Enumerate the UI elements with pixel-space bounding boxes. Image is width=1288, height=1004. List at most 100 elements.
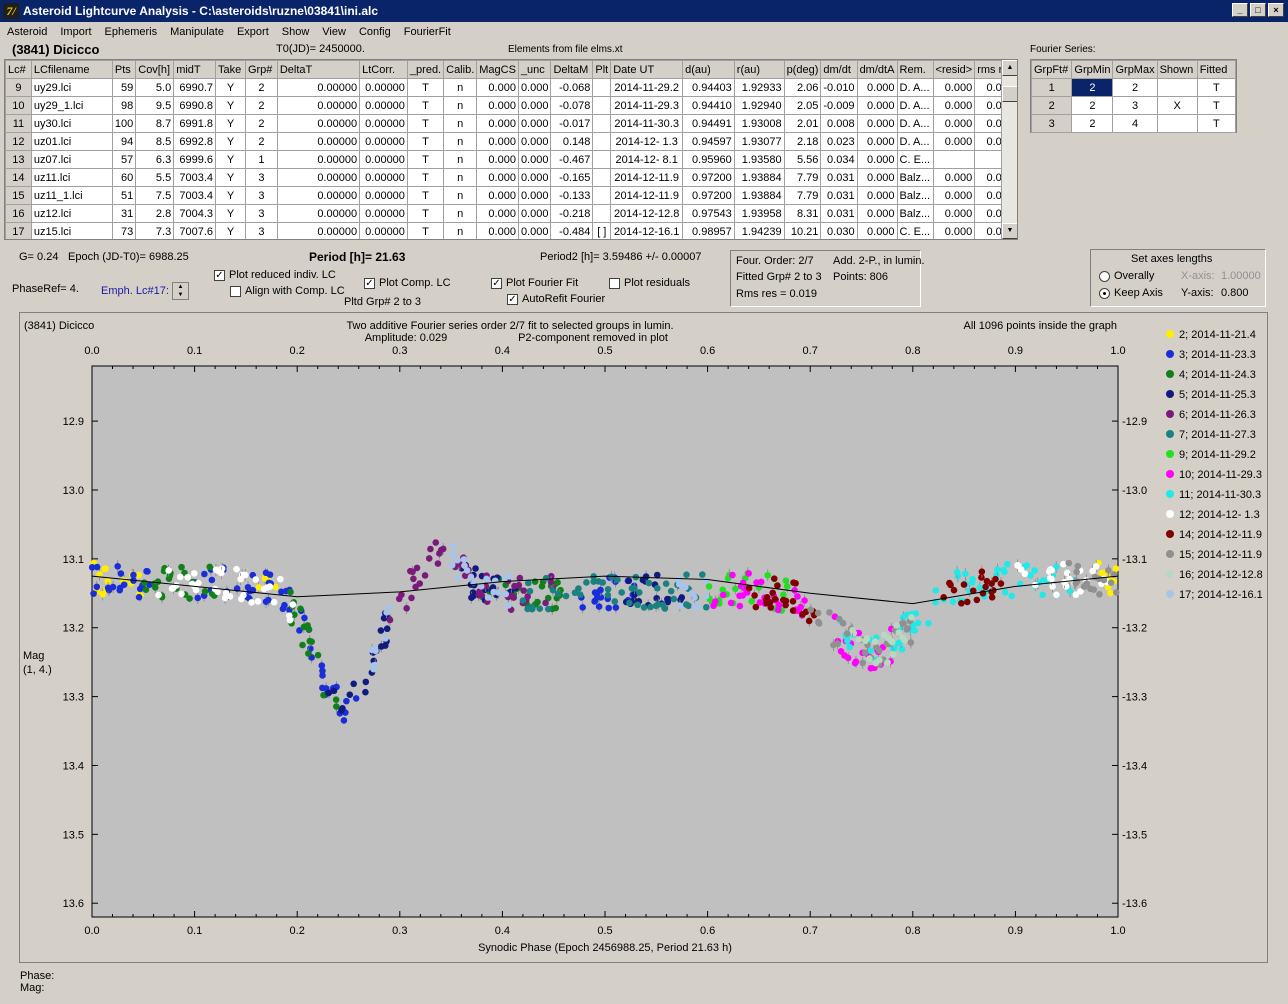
column-header[interactable]: r(au) bbox=[733, 60, 785, 79]
overally-radio[interactable]: Overally bbox=[1099, 270, 1154, 282]
table-cell[interactable]: 6990.7 bbox=[173, 78, 217, 97]
table-cell[interactable]: 8.7 bbox=[135, 114, 175, 133]
table-cell[interactable]: 2014-12-11.9 bbox=[610, 186, 684, 205]
xaxis-value[interactable]: 1.00000 bbox=[1221, 270, 1261, 282]
column-header[interactable]: Calib. bbox=[443, 60, 478, 79]
table-cell[interactable]: 0.00000 bbox=[276, 78, 361, 97]
table-cell[interactable]: 0.000 bbox=[517, 78, 552, 97]
fourier-cell[interactable] bbox=[1156, 114, 1198, 133]
row-header[interactable]: 12 bbox=[5, 132, 32, 151]
table-cell[interactable]: T bbox=[406, 78, 445, 97]
table-cell[interactable]: 0.000 bbox=[856, 168, 898, 187]
table-cell[interactable]: Y bbox=[215, 96, 246, 115]
table-cell[interactable]: 2 bbox=[244, 132, 278, 151]
table-cell[interactable]: 0.030 bbox=[820, 222, 858, 239]
fourier-cell[interactable]: 2 bbox=[1071, 96, 1114, 115]
plot-residuals-checkbox[interactable]: Plot residuals bbox=[609, 277, 690, 289]
table-cell[interactable]: n bbox=[443, 132, 478, 151]
table-cell[interactable]: uz07.lci bbox=[30, 150, 113, 169]
table-cell[interactable]: 0.000 bbox=[856, 204, 898, 223]
table-cell[interactable]: 1.92933 bbox=[733, 78, 785, 97]
table-cell[interactable]: 7.79 bbox=[783, 168, 822, 187]
table-cell[interactable]: 0.031 bbox=[820, 204, 858, 223]
table-cell[interactable]: 60 bbox=[111, 168, 137, 187]
row-header[interactable]: 13 bbox=[5, 150, 32, 169]
menu-asteroid[interactable]: Asteroid bbox=[0, 26, 53, 38]
align-comp-checkbox[interactable]: Align with Comp. LC bbox=[230, 285, 345, 297]
table-cell[interactable]: 0.00000 bbox=[276, 114, 361, 133]
table-cell[interactable] bbox=[592, 204, 612, 223]
scroll-thumb[interactable] bbox=[1002, 86, 1017, 102]
keep-axis-radio[interactable]: Keep Axis bbox=[1099, 287, 1163, 299]
table-cell[interactable]: 1.93077 bbox=[733, 132, 785, 151]
menu-export[interactable]: Export bbox=[230, 26, 275, 38]
table-cell[interactable]: 0.000 bbox=[476, 132, 519, 151]
table-cell[interactable]: n bbox=[443, 168, 478, 187]
table-cell[interactable]: 0.000 bbox=[856, 132, 898, 151]
table-cell[interactable]: -0.484 bbox=[550, 222, 594, 239]
fourier-row-header[interactable]: 3 bbox=[1030, 114, 1073, 133]
table-cell[interactable]: 2014-12-11.9 bbox=[610, 168, 684, 187]
autorefit-checkbox[interactable]: ✓ AutoRefit Fourier bbox=[507, 293, 605, 305]
table-cell[interactable]: 0.000 bbox=[476, 150, 519, 169]
row-header[interactable]: 17 bbox=[5, 222, 32, 239]
table-cell[interactable]: -0.009 bbox=[820, 96, 858, 115]
table-cell[interactable]: 2 bbox=[244, 96, 278, 115]
fourier-cell[interactable]: 2 bbox=[1112, 78, 1158, 97]
table-cell[interactable]: 0.000 bbox=[476, 168, 519, 187]
table-cell[interactable]: 0.000 bbox=[932, 204, 976, 223]
table-cell[interactable]: T bbox=[406, 150, 445, 169]
table-cell[interactable]: -0.078 bbox=[550, 96, 594, 115]
table-cell[interactable]: 2.05 bbox=[783, 96, 822, 115]
table-cell[interactable]: 7007.6 bbox=[173, 222, 217, 239]
column-header[interactable]: DeltaT bbox=[276, 60, 361, 79]
column-header[interactable]: Grp# bbox=[244, 60, 278, 79]
table-cell[interactable]: 7.3 bbox=[135, 222, 175, 239]
table-cell[interactable]: 31 bbox=[111, 204, 137, 223]
table-cell[interactable] bbox=[592, 168, 612, 187]
table-cell[interactable]: 0.000 bbox=[476, 78, 519, 97]
table-cell[interactable]: n bbox=[443, 114, 478, 133]
table-cell[interactable]: -0.010 bbox=[820, 78, 858, 97]
yaxis-value[interactable]: 0.800 bbox=[1221, 287, 1249, 299]
table-cell[interactable]: 0.000 bbox=[856, 78, 898, 97]
menu-view[interactable]: View bbox=[315, 26, 352, 38]
table-cell[interactable]: 2 bbox=[244, 78, 278, 97]
table-cell[interactable]: [ ] bbox=[592, 222, 612, 239]
column-header[interactable]: Cov[h] bbox=[135, 60, 175, 79]
table-cell[interactable]: n bbox=[443, 96, 478, 115]
table-cell[interactable]: 0.000 bbox=[517, 186, 552, 205]
emph-spinner[interactable]: ▲ ▼ bbox=[172, 282, 189, 300]
table-cell[interactable]: -0.068 bbox=[550, 78, 594, 97]
table-cell[interactable]: 0.031 bbox=[820, 186, 858, 205]
table-cell[interactable]: 0.000 bbox=[517, 150, 552, 169]
table-cell[interactable]: 0.023 bbox=[820, 132, 858, 151]
table-cell[interactable]: D. A... bbox=[896, 78, 934, 97]
table-cell[interactable]: 9.5 bbox=[135, 96, 175, 115]
table-cell[interactable] bbox=[592, 96, 612, 115]
table-cell[interactable]: T bbox=[406, 114, 445, 133]
table-cell[interactable]: Y bbox=[215, 168, 246, 187]
table-cell[interactable]: 7003.4 bbox=[173, 186, 217, 205]
table-cell[interactable]: T bbox=[406, 186, 445, 205]
table-cell[interactable]: 8.5 bbox=[135, 132, 175, 151]
table-cell[interactable]: 0.94403 bbox=[682, 78, 735, 97]
table-cell[interactable]: T bbox=[406, 96, 445, 115]
table-cell[interactable]: T bbox=[406, 204, 445, 223]
table-cell[interactable]: uy29.lci bbox=[30, 78, 113, 97]
table-cell[interactable]: n bbox=[443, 204, 478, 223]
table-cell[interactable]: uy30.lci bbox=[30, 114, 113, 133]
table-cell[interactable]: Balz... bbox=[896, 186, 934, 205]
table-cell[interactable]: 0.00000 bbox=[359, 96, 408, 115]
table-cell[interactable]: 0.000 bbox=[476, 96, 519, 115]
table-cell[interactable]: 98 bbox=[111, 96, 137, 115]
table-cell[interactable]: uz11.lci bbox=[30, 168, 113, 187]
column-header[interactable]: LCfilename bbox=[30, 60, 113, 79]
column-header[interactable]: Rem. bbox=[896, 60, 934, 79]
table-cell[interactable]: uz11_1.lci bbox=[30, 186, 113, 205]
table-row[interactable]: 12 uz01.lci 94 8.5 6992.8 Y 2 0.00000 0.00000 Tn 0… bbox=[5, 132, 1017, 151]
table-cell[interactable]: -0.165 bbox=[550, 168, 594, 187]
lightcurve-grid[interactable]: Lc# LCfilename Pts Cov[h] midT Take Grp# DeltaT… bbox=[4, 59, 1018, 240]
table-cell[interactable]: 0.00000 bbox=[276, 132, 361, 151]
table-cell[interactable]: 6992.8 bbox=[173, 132, 217, 151]
